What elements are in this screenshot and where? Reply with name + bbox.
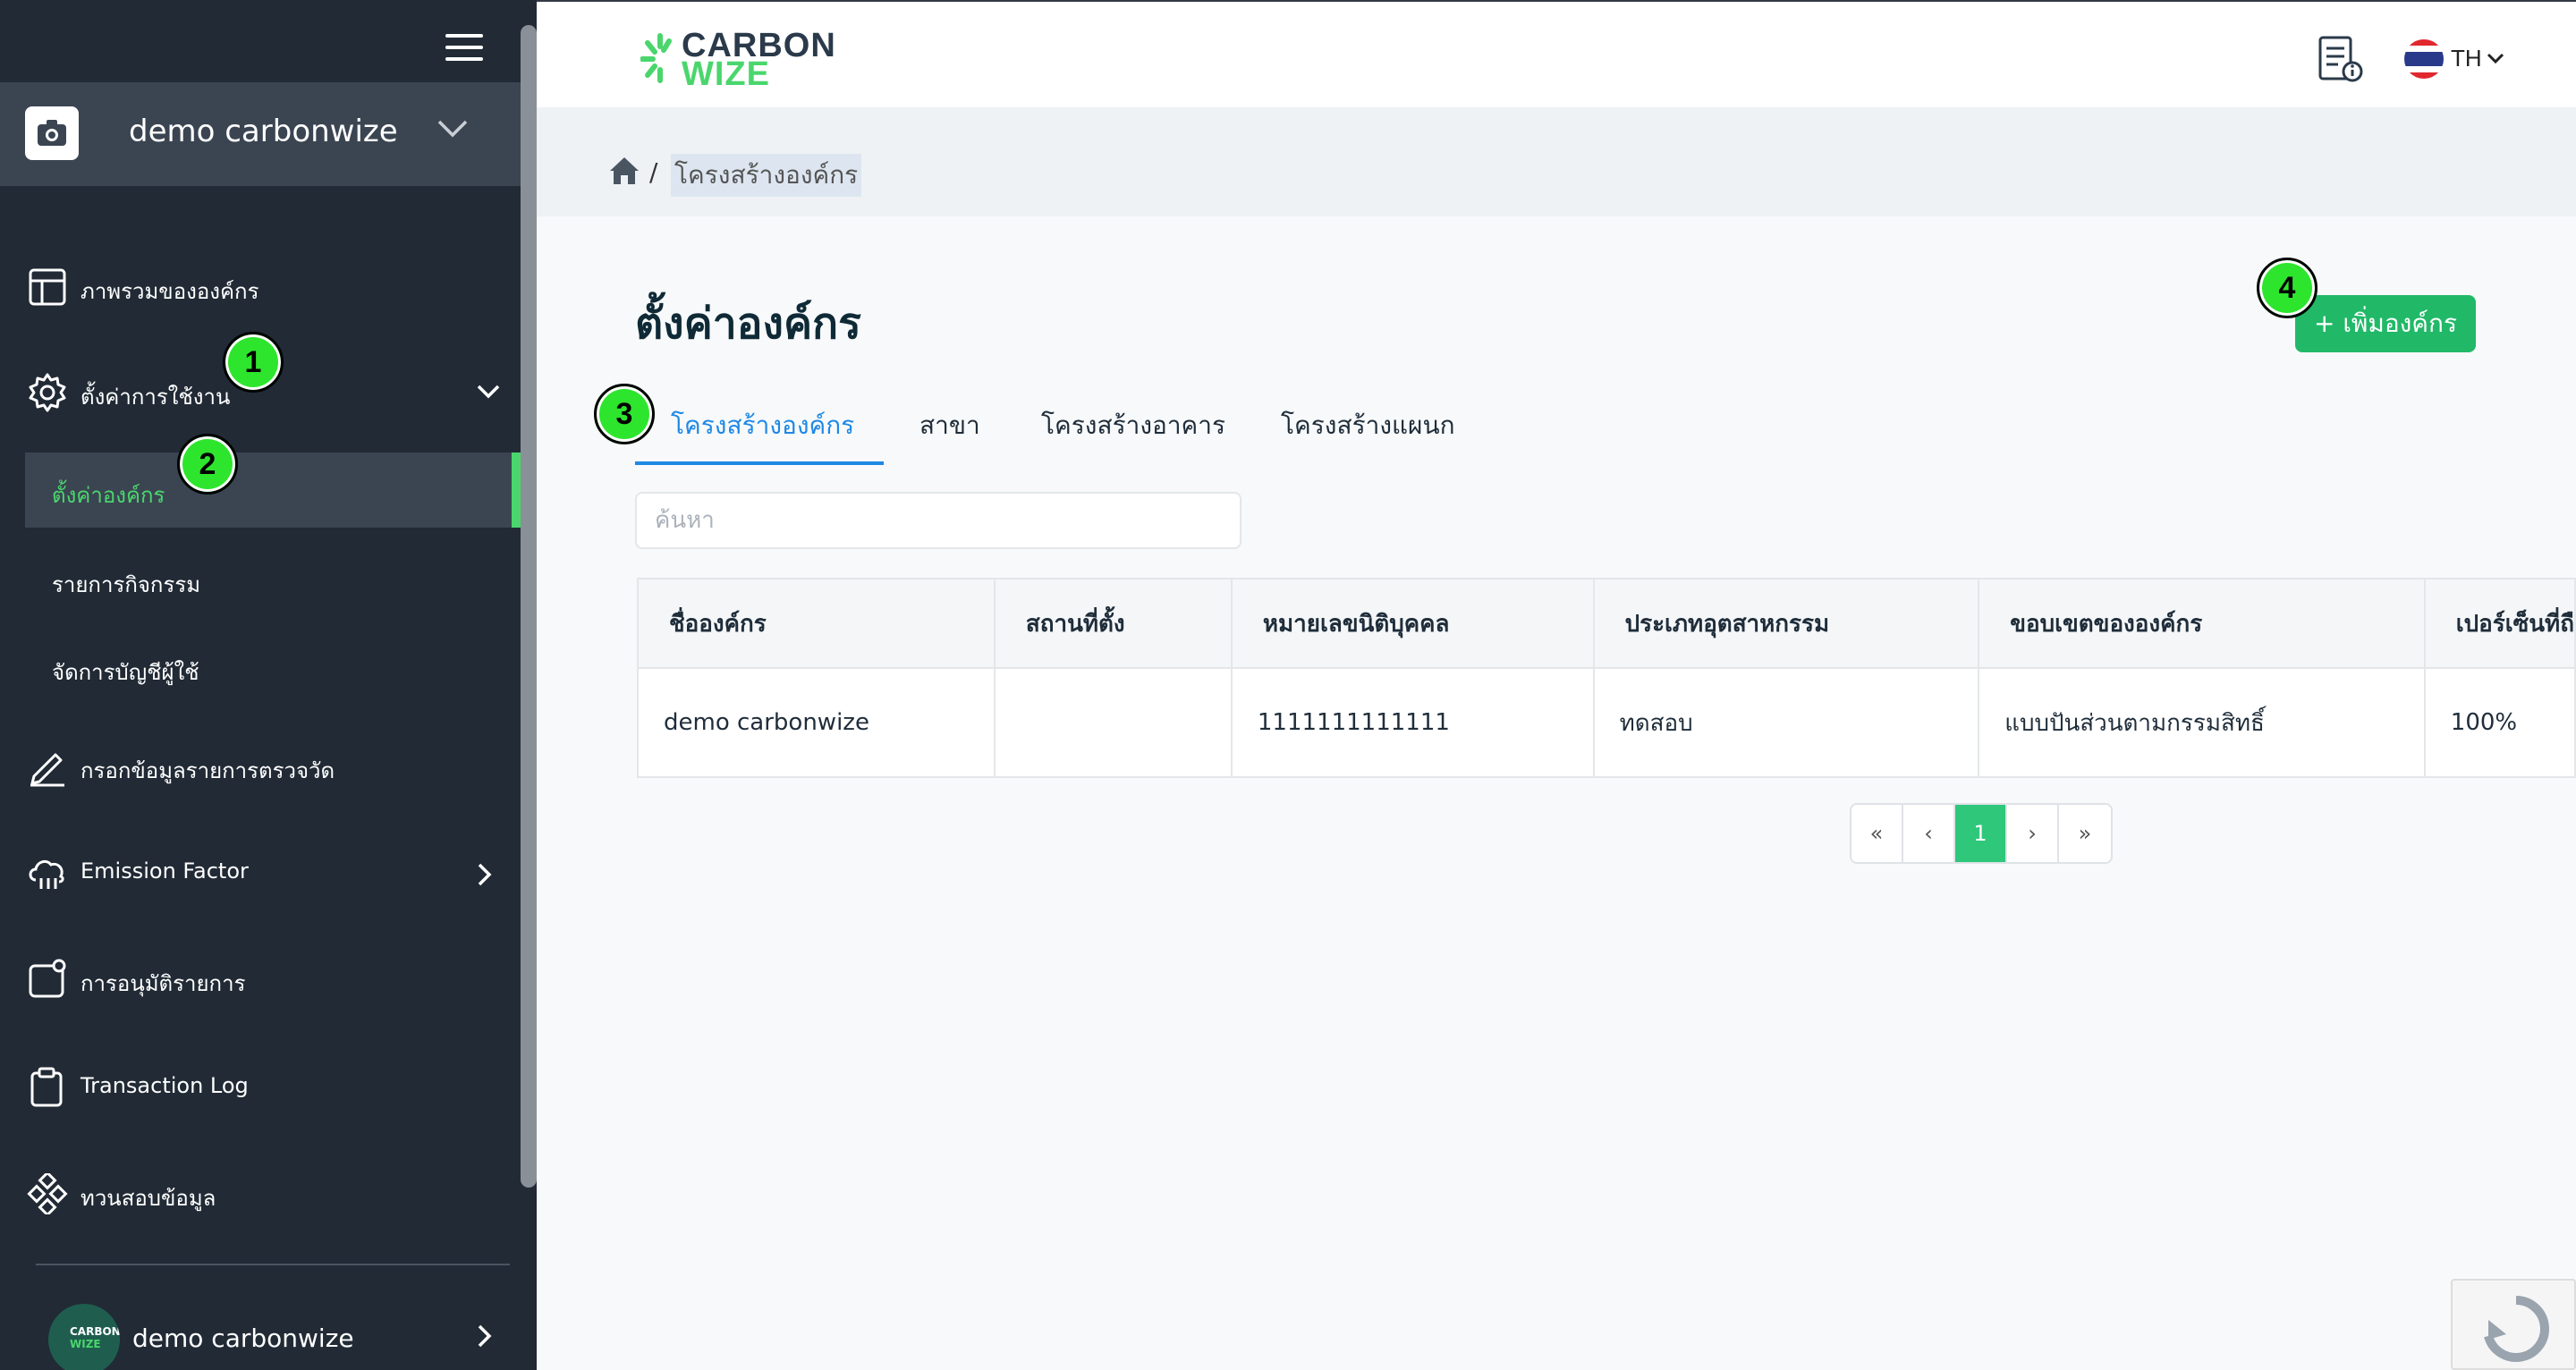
table-cell: แบบปันส่วนตามกรรมสิทธิ์ [1978,667,2426,778]
org-table: ชื่อองค์กร สถานที่ตั้ง หมายเลขนิติบุคคล … [637,578,2576,778]
nav-emission-factor-label: Emission Factor [80,858,249,884]
sidebar-item-user-accounts-label: จัดการบัญชีผู้ใช้ [52,660,199,685]
table-header-row: ชื่อองค์กร สถานที่ตั้ง หมายเลขนิติบุคคล … [637,578,2576,669]
pagination: « ‹ 1 › » [1850,803,2113,864]
nav-emission-factor[interactable]: Emission Factor [0,835,521,907]
diamond-grid-icon [27,1173,68,1214]
column-header[interactable]: ประเภทอุตสาหกรรม [1592,578,1980,669]
logo-text-line2: WIZE [682,55,770,93]
annotation-marker-1: 1 [223,332,284,393]
sidebar-item-org-settings[interactable]: ตั้งค่าองค์กร [25,452,521,528]
gear-icon [29,373,66,412]
layout-icon [29,268,66,306]
tab-branches[interactable]: สาขา [919,393,980,465]
nav-approvals-label: การอนุมัติรายการ [80,971,246,996]
avatar-logo-line1: CARBON [70,1325,120,1338]
document-info-icon[interactable] [2317,34,2365,84]
nav-measurement-input-label: กรอกข้อมูลรายการตรวจวัด [80,758,335,783]
thai-flag-icon[interactable] [2404,39,2444,79]
pencil-icon [30,753,64,787]
page-title: ตั้งค่าองค์กร [635,299,861,349]
chevron-right-icon [478,863,492,886]
approval-icon [29,959,66,998]
sidebar-topbar [0,0,521,82]
annotation-marker-4: 4 [2257,258,2318,318]
nav-transaction-log-label: Transaction Log [80,1073,249,1098]
nav-settings-label: ตั้งค่าการใช้งาน [80,385,231,410]
pagination-page[interactable]: 1 [1955,805,2007,862]
logo-burst-icon [640,33,672,83]
main-content [537,216,2576,1370]
tab-org-structure[interactable]: โครงสร้างองค์กร [635,393,884,465]
user-name: demo carbonwize [132,1323,354,1353]
user-profile[interactable]: CARBON WIZE demo carbonwize [0,1297,521,1370]
pagination-next[interactable]: › [2007,805,2059,862]
avatar-logo-line2: WIZE [70,1338,101,1350]
org-camera-icon [25,106,79,160]
nav-overview-label: ภาพรวมขององค์กร [80,279,259,304]
hamburger-menu-icon[interactable] [445,34,483,61]
language-selector[interactable]: TH [2451,45,2482,72]
avatar: CARBON WIZE [48,1304,120,1370]
column-header[interactable]: ชื่อองค์กร [637,578,996,669]
tab-building-structure[interactable]: โครงสร้างอาคาร [1041,393,1225,465]
column-header[interactable]: เปอร์เซ็นที่ถื [2423,578,2576,669]
table-cell: demo carbonwize [637,667,996,778]
table-cell: 100% [2423,667,2576,778]
table-cell [993,667,1233,778]
chevron-down-icon [437,120,468,138]
home-icon[interactable] [608,156,640,186]
nav-data-verification-label: ทวนสอบข้อมูล [80,1186,216,1211]
nav-measurement-input[interactable]: กรอกข้อมูลรายการตรวจวัด [0,730,521,801]
recaptcha-badge[interactable] [2451,1279,2576,1370]
pagination-first[interactable]: « [1852,805,1903,862]
sidebar-scrollbar[interactable] [521,25,537,1188]
column-header[interactable]: สถานที่ตั้ง [993,578,1233,669]
sidebar-item-activities[interactable]: รายการกิจกรรม [25,542,521,617]
org-switcher[interactable]: demo carbonwize [0,82,521,186]
annotation-marker-3: 3 [594,384,655,444]
nav-approvals[interactable]: การอนุมัติรายการ [0,943,521,1014]
table-cell: 1111111111111 [1230,667,1595,778]
clipboard-icon [30,1067,63,1107]
search-input[interactable] [635,492,1241,549]
sidebar-item-org-settings-label: ตั้งค่าองค์กร [52,483,165,508]
recaptcha-icon [2484,1296,2549,1362]
add-organization-button[interactable]: + เพิ่มองค์กร [2295,295,2476,352]
sidebar-divider [36,1264,510,1265]
tab-department-structure[interactable]: โครงสร้างแผนก [1281,393,1455,465]
sidebar: demo carbonwize ภาพรวมขององค์กร ตั้งค่าก… [0,0,537,1370]
table-row[interactable]: demo carbonwize 1111111111111 ทดสอบ แบบป… [637,667,2576,778]
sidebar-item-user-accounts[interactable]: จัดการบัญชีผู้ใช้ [25,630,521,705]
chevron-down-icon[interactable] [2487,52,2504,64]
annotation-marker-2: 2 [177,434,238,495]
cloud-icon [29,859,64,889]
nav-data-verification[interactable]: ทวนสอบข้อมูล [0,1157,521,1229]
active-indicator [512,452,521,528]
org-name: demo carbonwize [129,114,398,149]
nav-overview[interactable]: ภาพรวมขององค์กร [0,250,521,322]
column-header[interactable]: หมายเลขนิติบุคคล [1230,578,1595,669]
pagination-prev[interactable]: ‹ [1903,805,1955,862]
chevron-down-icon [477,385,500,399]
pagination-last[interactable]: » [2059,805,2111,862]
breadcrumb-separator: / [649,157,658,187]
chevron-right-icon [478,1324,492,1348]
carbonwize-logo[interactable]: CARBON WIZE [640,27,855,93]
column-header[interactable]: ขอบเขตขององค์กร [1978,578,2426,669]
nav-transaction-log[interactable]: Transaction Log [0,1050,521,1121]
breadcrumb-current[interactable]: โครงสร้างองค์กร [671,154,862,197]
sidebar-item-activities-label: รายการกิจกรรม [52,572,201,597]
table-cell: ทดสอบ [1592,667,1980,778]
